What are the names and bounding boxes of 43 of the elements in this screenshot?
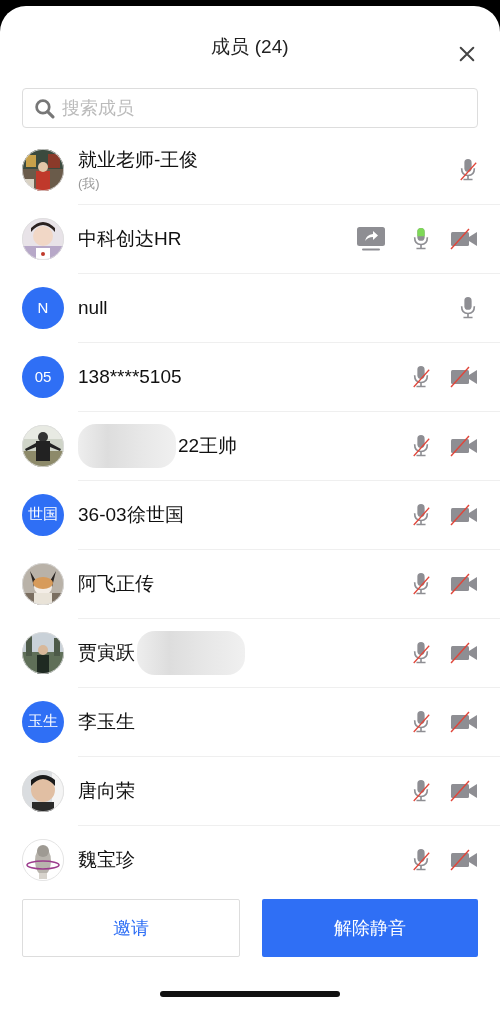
search-icon xyxy=(34,98,55,119)
camera-off-icon[interactable] xyxy=(450,502,478,527)
invite-button[interactable]: 邀请 xyxy=(22,899,240,957)
microphone-icon[interactable] xyxy=(458,295,478,320)
avatar: 玉生 xyxy=(22,700,64,743)
member-name: 22王帅 xyxy=(178,433,238,458)
avatar: 世国 xyxy=(22,493,64,536)
member-name: 36-03徐世国 xyxy=(78,502,184,527)
muted-microphone-icon[interactable] xyxy=(411,640,431,665)
member-name: 阿飞正传 xyxy=(78,571,154,596)
search-field[interactable]: 搜索成员 xyxy=(22,88,478,128)
member-name: 就业老师-王俊 xyxy=(78,147,199,172)
muted-microphone-icon[interactable] xyxy=(411,778,431,803)
member-name: 138****5105 xyxy=(78,365,182,388)
muted-microphone-icon[interactable] xyxy=(411,433,431,458)
member-name: 唐向荣 xyxy=(78,778,135,803)
muted-microphone-icon[interactable] xyxy=(411,709,431,734)
member-name: null xyxy=(78,296,108,319)
member-name: 李玉生 xyxy=(78,709,135,734)
camera-off-icon[interactable] xyxy=(450,226,478,251)
camera-off-icon[interactable] xyxy=(450,364,478,389)
microphone-icon[interactable] xyxy=(411,226,431,251)
muted-microphone-icon[interactable] xyxy=(411,847,431,872)
camera-off-icon[interactable] xyxy=(450,433,478,458)
panel-title: 成员 (24) xyxy=(211,35,289,59)
camera-off-icon[interactable] xyxy=(450,847,478,872)
member-name: 贾寅跃 xyxy=(78,640,135,665)
member-name: 魏宝珍 xyxy=(78,847,135,872)
close-icon[interactable] xyxy=(458,45,476,63)
muted-microphone-icon[interactable] xyxy=(411,502,431,527)
muted-microphone-icon[interactable] xyxy=(411,571,431,596)
camera-off-icon[interactable] xyxy=(450,571,478,596)
muted-microphone-icon[interactable] xyxy=(458,157,478,182)
screen-share-icon[interactable] xyxy=(357,225,385,252)
camera-off-icon[interactable] xyxy=(450,778,478,803)
member-name: 中科创达HR xyxy=(78,226,182,251)
member-subtitle: (我) xyxy=(78,174,101,193)
camera-off-icon[interactable] xyxy=(450,709,478,734)
camera-off-icon[interactable] xyxy=(450,640,478,665)
avatar: 05 xyxy=(22,355,64,398)
unmute-button[interactable]: 解除静音 xyxy=(262,899,478,957)
avatar: N xyxy=(22,286,64,329)
muted-microphone-icon[interactable] xyxy=(411,364,431,389)
